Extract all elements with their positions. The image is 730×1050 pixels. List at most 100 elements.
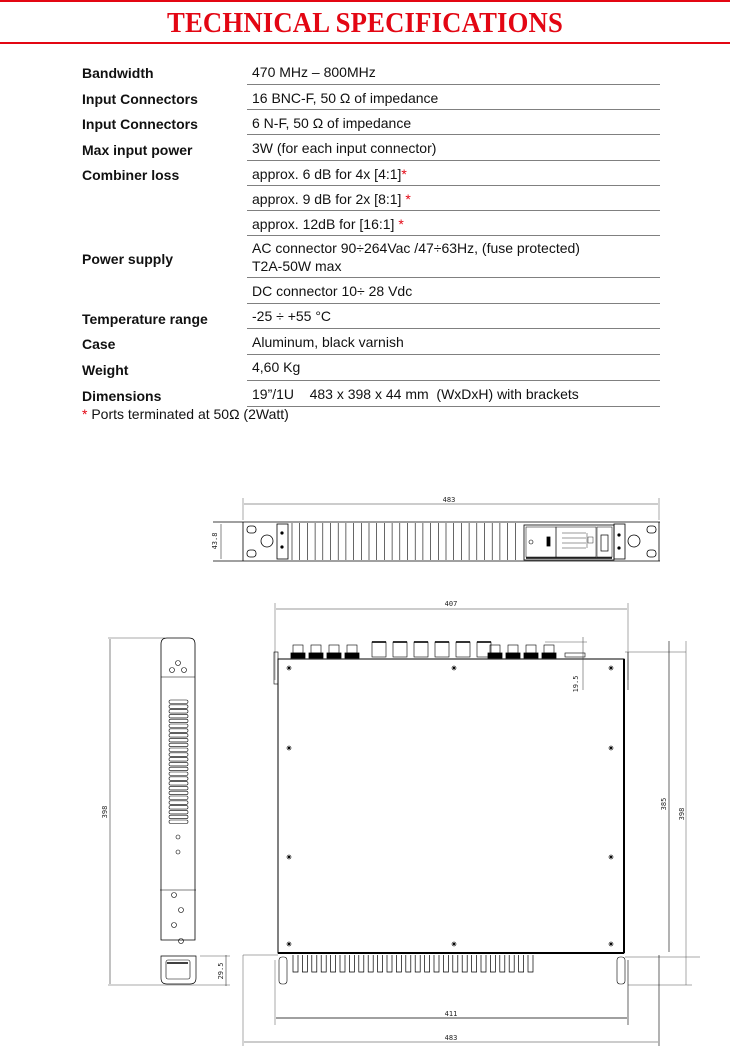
bnc-connector-base — [505, 652, 521, 659]
bnc-connector-base — [326, 652, 342, 659]
bnc-connector-icon — [346, 644, 358, 654]
heatsink-fin — [508, 955, 515, 973]
heatsink-fin — [311, 955, 318, 973]
heatsink-fin — [339, 955, 346, 973]
vent-slot — [168, 766, 189, 772]
power-switch-icon — [600, 534, 609, 552]
screw-center — [287, 855, 291, 859]
panel-schematic — [562, 532, 594, 549]
heatsink-fin — [424, 955, 430, 973]
panel-connector-icon — [546, 536, 551, 547]
vent-slot — [168, 762, 189, 767]
screw-icon — [178, 907, 184, 913]
bnc-connector-base — [523, 652, 539, 659]
screw-icon — [181, 667, 187, 673]
heatsink-fin — [452, 955, 459, 973]
vent-slot — [168, 781, 189, 786]
vent-slot — [168, 800, 189, 805]
vent-slot — [168, 728, 189, 733]
mount-hole-icon — [246, 525, 257, 534]
heatsink-fin — [518, 955, 524, 973]
bnc-connector-base — [541, 652, 557, 659]
top-view-drawing — [242, 603, 700, 1046]
vent-slot — [168, 733, 189, 738]
vent-slot — [168, 805, 189, 810]
heatsink-fin — [527, 955, 534, 973]
side-profile — [160, 637, 196, 941]
panel-connector-icon — [528, 539, 534, 545]
front-view-drawing — [213, 498, 660, 562]
vent-slot — [168, 819, 189, 824]
screw-icon — [171, 892, 177, 898]
vent-slot — [168, 757, 189, 762]
bracket — [273, 651, 279, 685]
technical-drawings: 483 43.8 407 19.5 385 398 411 483 398 29… — [101, 496, 700, 1046]
foot — [278, 956, 288, 985]
right-handle-plate — [613, 523, 626, 560]
n-connector-icon — [434, 641, 450, 658]
front-vents — [291, 523, 516, 560]
dim-label-inner: 385 — [660, 798, 668, 811]
bnc-connector-icon — [489, 644, 501, 654]
mount-hole-icon — [246, 549, 257, 558]
bnc-connector-base — [308, 652, 324, 659]
vent-slot — [168, 738, 189, 743]
heatsink-fin — [443, 955, 449, 973]
handle-hole-icon — [627, 534, 641, 548]
dim-label-total-depth: 398 — [678, 808, 686, 821]
heatsink-fin — [349, 955, 355, 973]
heatsink-fin — [471, 955, 477, 973]
heatsink-fin — [396, 955, 402, 973]
vent-slot — [168, 776, 189, 781]
vent-slot — [168, 718, 189, 724]
heatsink-fin — [499, 955, 506, 973]
bnc-connector-icon — [292, 644, 304, 654]
vent-slot — [168, 699, 189, 704]
bnc-connector-icon — [525, 644, 537, 654]
bnc-connector-icon — [310, 644, 322, 654]
panel-section — [555, 526, 597, 558]
dim-label-total-width: 483 — [445, 1034, 458, 1042]
heatsink-fin — [292, 955, 299, 973]
chassis-screws — [286, 665, 614, 947]
heatsink-fin — [414, 955, 421, 973]
n-connector-icon — [455, 641, 471, 658]
screw-center — [287, 746, 291, 750]
heatsink-fin — [480, 955, 487, 973]
heatsink-fin — [461, 955, 468, 973]
dim-label-connector: 19.5 — [572, 676, 580, 693]
mount-hole-icon — [646, 525, 657, 534]
screw-center — [609, 666, 613, 670]
power-switch-section — [596, 526, 613, 558]
heatsink-fin — [377, 955, 383, 973]
screw-center — [287, 666, 291, 670]
heatsink-fin — [405, 955, 412, 973]
vent-slot — [168, 786, 189, 791]
bnc-connector-icon — [507, 644, 519, 654]
screw-center — [452, 666, 456, 670]
vent-slot — [168, 704, 189, 709]
bnc-connector-icon — [543, 644, 555, 654]
screw-icon — [617, 533, 621, 537]
bnc-connector-icon — [328, 644, 340, 654]
vent-slot — [168, 790, 189, 796]
panel-section — [525, 526, 557, 558]
side-vent-slots — [168, 699, 189, 824]
dim-label-depth: 407 — [445, 600, 458, 608]
vent-slot — [168, 771, 189, 776]
screw-icon — [169, 667, 175, 673]
screw-icon — [171, 922, 177, 928]
heatsink-fin — [367, 955, 374, 973]
heatsink-fin — [433, 955, 440, 973]
n-connector-icon — [413, 641, 429, 658]
screw-icon — [175, 834, 181, 840]
handle-hole-icon — [260, 534, 274, 548]
screw-icon — [280, 531, 284, 535]
n-connector-icon — [392, 641, 408, 658]
heatsink-fin — [302, 955, 308, 973]
front-control-panel — [523, 524, 615, 561]
vent-slot — [168, 714, 189, 719]
vent-slot — [168, 752, 189, 757]
heatsink-fins — [292, 955, 534, 973]
left-handle-plate — [276, 523, 289, 560]
